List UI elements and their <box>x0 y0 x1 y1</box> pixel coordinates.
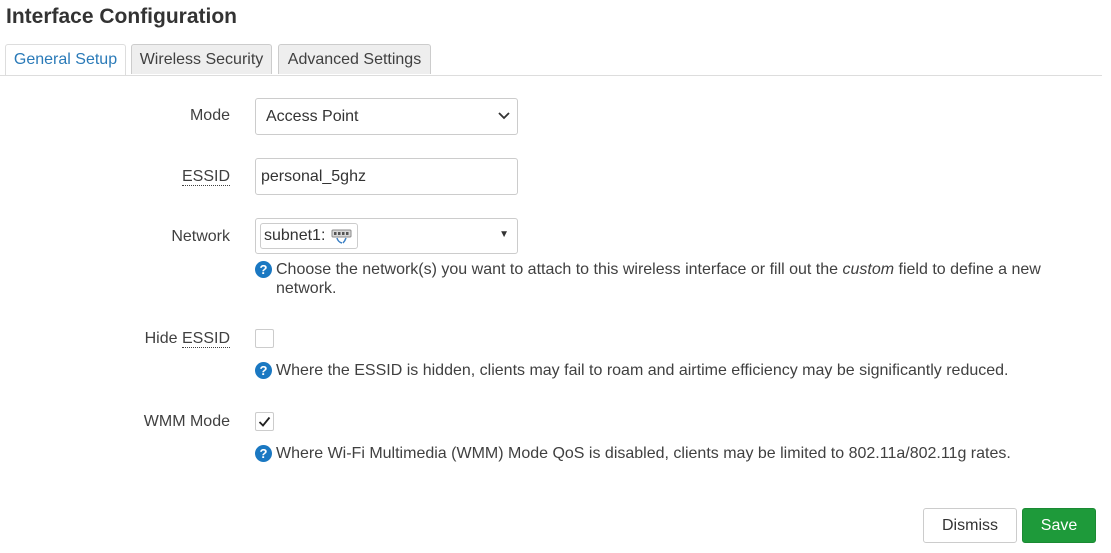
help-icon: ? <box>255 445 272 462</box>
wmm-mode-label: WMM Mode <box>143 413 230 430</box>
chevron-down-icon <box>498 112 510 120</box>
network-chip-label: subnet1: <box>264 227 326 244</box>
network-dropdown[interactable]: subnet1: ▼ <box>255 218 518 254</box>
interface-configuration-dialog: Interface Configuration General Setup Wi… <box>0 0 1111 553</box>
essid-label: ESSID <box>181 168 230 186</box>
dialog-title: Interface Configuration <box>6 5 238 28</box>
network-help-after: field to define a new <box>894 261 1041 278</box>
tab-wireless-security[interactable]: Wireless Security <box>131 44 272 74</box>
essid-input[interactable]: personal_5ghz <box>255 158 518 195</box>
mode-select[interactable]: Access Point <box>255 98 518 135</box>
tab-bar: General Setup Wireless Security Advanced… <box>0 44 1102 76</box>
mode-label: Mode <box>189 107 230 124</box>
help-icon: ? <box>255 362 272 379</box>
network-help-custom: custom <box>842 261 895 278</box>
dismiss-button[interactable]: Dismiss <box>923 508 1017 543</box>
network-help-line2: network. <box>276 280 337 297</box>
wmm-mode-help: ? Where Wi-Fi Multimedia (WMM) Mode QoS … <box>255 444 1075 464</box>
hide-essid-help-text: Where the ESSID is hidden, clients may f… <box>276 362 1009 379</box>
tab-general-setup[interactable]: General Setup <box>5 44 126 75</box>
help-icon: ? <box>255 261 272 278</box>
hide-essid-label: Hide ESSID <box>145 330 230 348</box>
wmm-mode-checkbox[interactable] <box>255 412 274 431</box>
hide-essid-help: ? Where the ESSID is hidden, clients may… <box>255 361 1075 381</box>
network-label: Network <box>171 228 230 245</box>
mode-select-value: Access Point <box>266 108 359 125</box>
save-button[interactable]: Save <box>1022 508 1096 543</box>
wmm-mode-help-text: Where Wi-Fi Multimedia (WMM) Mode QoS is… <box>276 445 1011 462</box>
network-chip: subnet1: <box>260 223 358 249</box>
hide-essid-checkbox[interactable] <box>255 329 274 348</box>
checkmark-icon <box>258 416 271 427</box>
network-help: ? Choose the network(s) you want to atta… <box>255 260 1075 300</box>
tab-advanced-settings[interactable]: Advanced Settings <box>278 44 431 74</box>
caret-down-icon: ▼ <box>499 229 509 240</box>
essid-label-text: ESSID <box>181 168 230 186</box>
network-help-before: Choose the network(s) you want to attach… <box>276 261 843 278</box>
network-ports-icon <box>331 229 352 244</box>
hide-essid-label-abbr: ESSID <box>181 330 230 348</box>
network-help-text: Choose the network(s) you want to attach… <box>276 260 1041 298</box>
hide-essid-label-prefix: Hide <box>144 330 182 347</box>
